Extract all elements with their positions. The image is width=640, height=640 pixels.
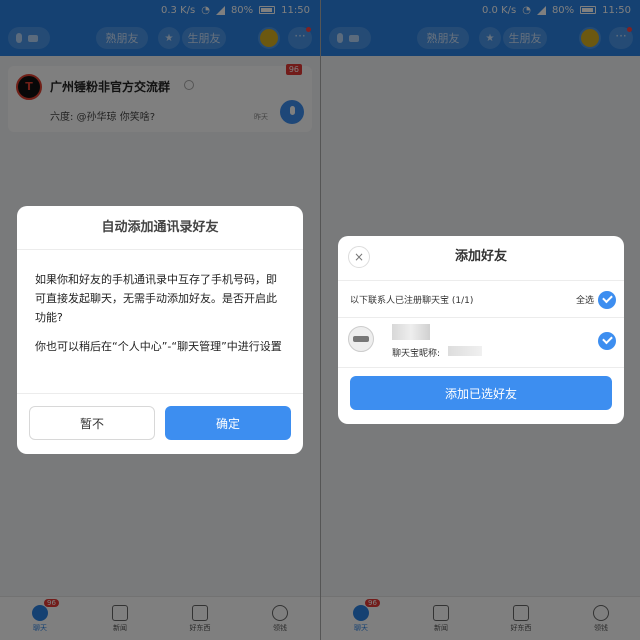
- registered-count-text: 以下联系人已注册聊天宝 (1/1): [350, 296, 474, 306]
- add-friends-dialog: 添加好友 × 以下联系人已注册聊天宝 (1/1) 全选 聊天宝昵称: 添加已选好…: [338, 236, 624, 424]
- not-now-button[interactable]: 暂不: [29, 406, 155, 440]
- screen-divider: [320, 0, 321, 640]
- dialog-body: 如果你和好友的手机通讯录中互存了手机号码，即可直接发起聊天，无需手动添加好友。是…: [35, 270, 287, 356]
- contact-nickname-label: 聊天宝昵称:: [392, 349, 441, 359]
- add-selected-friends-button[interactable]: 添加已选好友: [350, 376, 612, 410]
- contact-row[interactable]: 聊天宝昵称:: [338, 318, 624, 368]
- contact-check-icon[interactable]: [598, 332, 616, 350]
- registered-header-row: 以下联系人已注册聊天宝 (1/1) 全选: [338, 280, 624, 318]
- select-all-check-icon[interactable]: [598, 291, 616, 309]
- dialog-title: 添加好友: [454, 249, 507, 264]
- close-icon[interactable]: ×: [348, 246, 370, 268]
- blurred-contact-name: [392, 324, 430, 340]
- contact-avatar: [348, 326, 374, 352]
- dialog-divider: [17, 393, 303, 394]
- confirm-button[interactable]: 确定: [165, 406, 291, 440]
- screen-right: 0.0 K/s ◔ 80% 11:50 熟朋友 ★ 生朋友 ··· 聊天 96 …: [321, 0, 640, 640]
- screen-left: 0.3 K/s ◔ 80% 11:50 熟朋友 ★ 生朋友 ··· T 广州锤粉…: [0, 0, 320, 640]
- auto-add-contacts-dialog: 自动添加通讯录好友 如果你和好友的手机通讯录中互存了手机号码，即可直接发起聊天，…: [17, 206, 303, 454]
- blurred-nickname: [448, 346, 482, 356]
- dialog-title: 自动添加通讯录好友: [17, 206, 303, 250]
- dialog-paragraph-2: 你也可以稍后在“个人中心”-“聊天管理”中进行设置: [35, 340, 282, 353]
- dialog-paragraph-1: 如果你和好友的手机通讯录中互存了手机号码，即可直接发起聊天，无需手动添加好友。是…: [35, 273, 277, 324]
- select-all-label[interactable]: 全选: [576, 293, 594, 306]
